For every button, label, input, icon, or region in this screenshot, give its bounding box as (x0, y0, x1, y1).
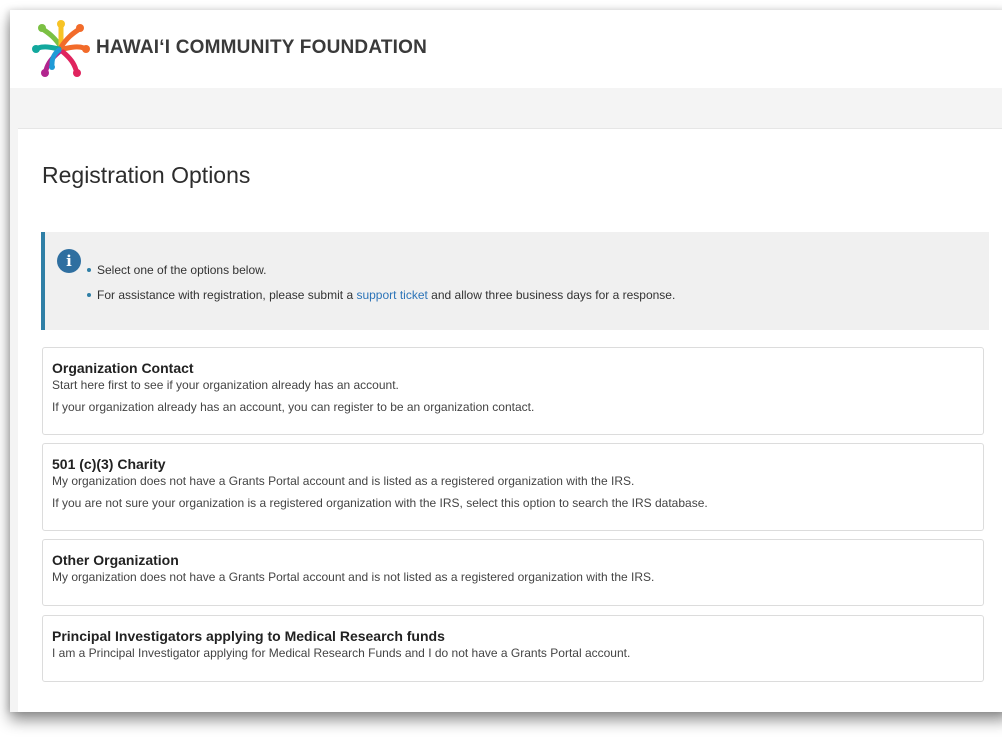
option-title: Other Organization (52, 552, 179, 568)
option-description: My organization does not have a Grants P… (52, 474, 635, 488)
info-text-after: and allow three business days for a resp… (427, 288, 676, 302)
option-organization-contact[interactable]: Organization Contact Start here first to… (42, 347, 984, 435)
info-text-before: For assistance with registration, please… (97, 288, 357, 302)
option-description: I am a Principal Investigator applying f… (52, 646, 631, 660)
option-501c3-charity[interactable]: 501 (c)(3) Charity My organization does … (42, 443, 984, 531)
option-principal-investigators[interactable]: Principal Investigators applying to Medi… (42, 615, 984, 682)
support-ticket-link[interactable]: support ticket (356, 288, 427, 302)
registration-card: Registration Options i Select one of the… (18, 128, 1002, 712)
option-title: Principal Investigators applying to Medi… (52, 628, 445, 644)
option-title: Organization Contact (52, 360, 194, 376)
option-description: Start here first to see if your organiza… (52, 378, 399, 392)
option-description: My organization does not have a Grants P… (52, 570, 655, 584)
site-header: HAWAIʻI COMMUNITY FOUNDATION (10, 10, 1002, 88)
option-other-organization[interactable]: Other Organization My organization does … (42, 539, 984, 606)
option-title: 501 (c)(3) Charity (52, 456, 166, 472)
option-description: If you are not sure your organization is… (52, 496, 708, 510)
info-bullet-select: Select one of the options below. (86, 263, 267, 277)
page-frame: HAWAIʻI COMMUNITY FOUNDATION Registratio… (10, 10, 1002, 712)
page-title: Registration Options (42, 162, 251, 188)
info-alert: i Select one of the options below. For a… (41, 232, 989, 330)
brand-name[interactable]: HAWAIʻI COMMUNITY FOUNDATION (96, 37, 427, 59)
hawaii-community-foundation-logo-icon[interactable] (30, 18, 92, 80)
option-description: If your organization already has an acco… (52, 400, 535, 414)
info-bullet-assistance: For assistance with registration, please… (86, 288, 676, 302)
info-icon: i (57, 249, 81, 273)
